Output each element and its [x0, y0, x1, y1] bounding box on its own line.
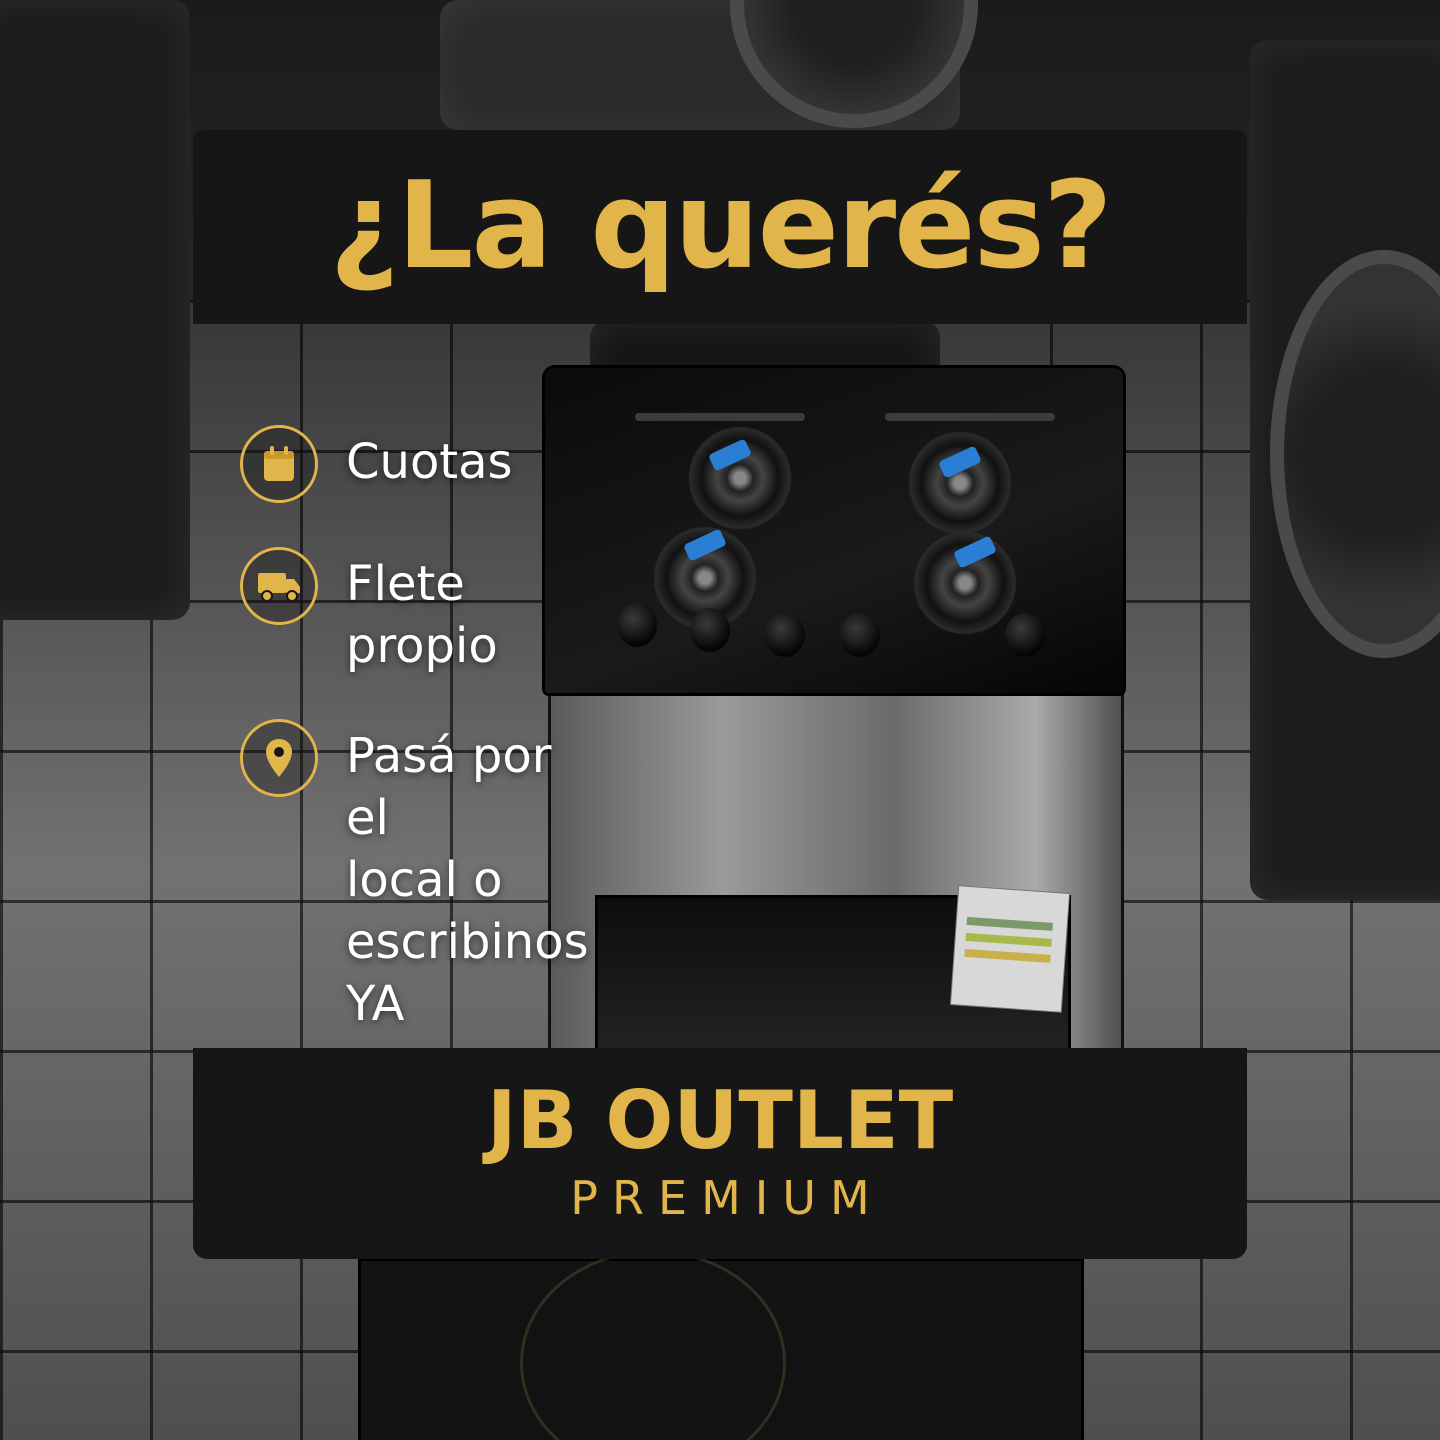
feature-text: Flete propio — [346, 556, 498, 674]
stove-knob — [617, 603, 657, 647]
washing-machine-left — [0, 0, 190, 620]
feature-item-local: Pasá por el local o escribinos YA — [240, 719, 589, 1035]
headline-banner: ¿La querés? — [193, 130, 1247, 324]
headline: ¿La querés? — [329, 157, 1112, 296]
feature-item-flete: Flete propio — [240, 547, 498, 677]
promo-image: ¿La querés? Cuotas Flete propio Pasá por… — [0, 0, 1440, 1440]
energy-label — [951, 886, 1069, 1012]
stove-cooktop — [545, 368, 1123, 693]
feature-text: Pasá por el local o escribinos YA — [346, 728, 589, 1032]
delivery-truck-icon — [258, 573, 300, 602]
brand-tagline: PREMIUM — [570, 1170, 884, 1225]
stove-knob — [690, 608, 730, 652]
stove-knob — [765, 613, 805, 657]
stove-knob — [1005, 613, 1045, 657]
feature-item-cuotas: Cuotas — [240, 425, 513, 503]
location-pin-icon — [266, 739, 292, 777]
calendar-icon — [264, 446, 294, 481]
brand-banner: JB OUTLET PREMIUM — [193, 1048, 1247, 1259]
feature-text: Cuotas — [346, 434, 513, 490]
brand-name: JB OUTLET — [486, 1073, 954, 1167]
stove-knob — [840, 613, 880, 657]
